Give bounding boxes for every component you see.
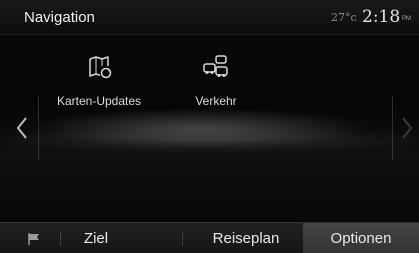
bottom-bar: Ziel Reiseplan Optionen <box>0 222 419 253</box>
next-page-button[interactable] <box>397 108 417 148</box>
divider <box>392 96 393 160</box>
flag-button[interactable] <box>24 223 44 253</box>
clock: 2:18 <box>362 7 401 27</box>
map-updates-label: Karten-Updates <box>56 94 142 108</box>
traffic-label: Verkehr <box>195 94 237 108</box>
traffic-icon <box>201 52 231 82</box>
temperature-readout: 27°c <box>331 11 357 24</box>
tab-optionen[interactable]: Optionen <box>303 223 419 253</box>
status-bar: Navigation 27°c 2:18 PM <box>0 0 419 35</box>
previous-page-button[interactable] <box>12 108 32 148</box>
divider <box>60 232 61 246</box>
navigation-screen: Navigation 27°c 2:18 PM Karten-Updates V… <box>0 0 419 253</box>
tab-ziel[interactable]: Ziel <box>66 223 126 253</box>
map-update-icon <box>84 52 114 82</box>
chevron-left-icon <box>16 117 27 139</box>
divider <box>182 232 183 246</box>
divider <box>38 96 39 160</box>
map-updates-tile[interactable]: Karten-Updates <box>52 52 146 114</box>
flag-icon <box>28 232 39 245</box>
chevron-right-icon <box>402 117 413 139</box>
traffic-tile[interactable]: Verkehr <box>186 52 246 114</box>
clock-ampm: PM <box>402 16 411 22</box>
page-title: Navigation <box>24 9 95 26</box>
tab-reiseplan[interactable]: Reiseplan <box>196 223 296 253</box>
